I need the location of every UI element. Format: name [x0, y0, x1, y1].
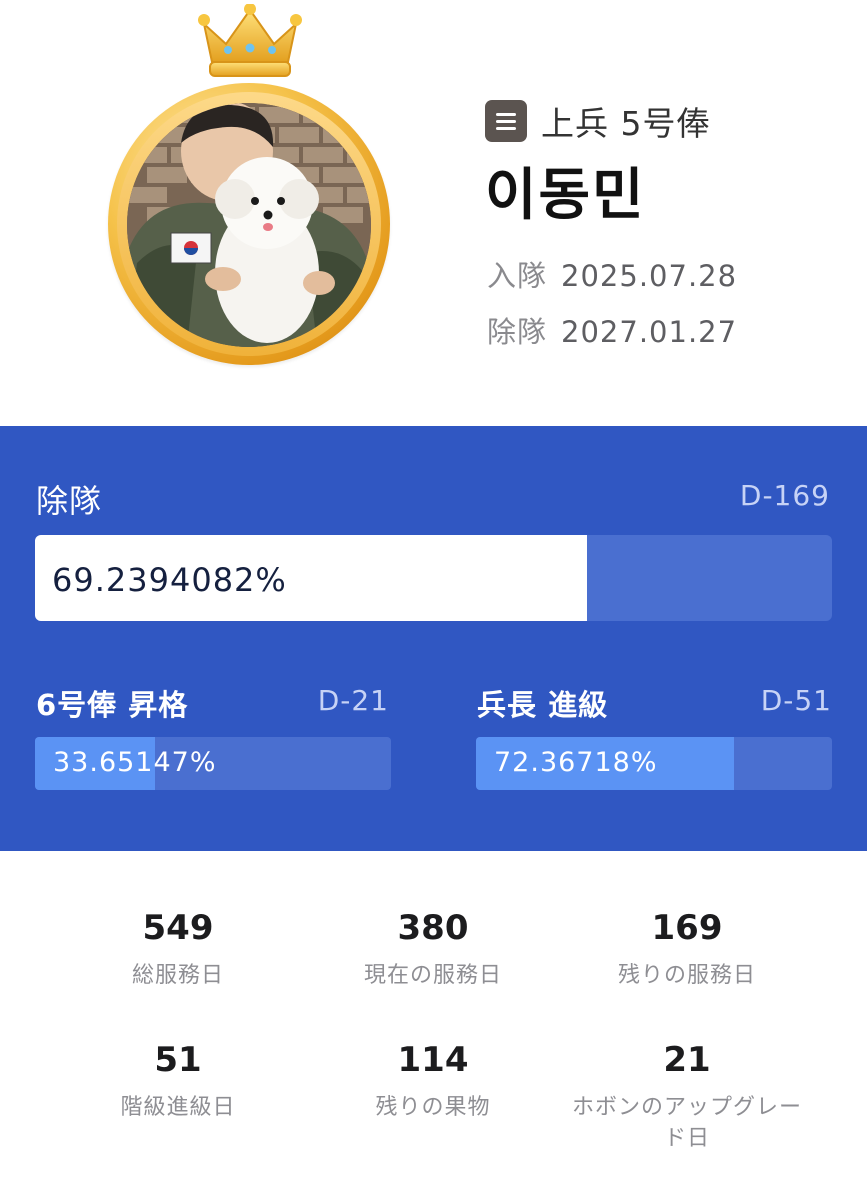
stat-remaining-service-days: 169 残りの服務日 — [572, 908, 802, 991]
pay-grade-progress-bar: 33.65147% — [35, 737, 391, 790]
stat-value: 114 — [397, 1040, 469, 1080]
stat-label: 現在の服務日 — [363, 963, 502, 988]
avatar-photo — [127, 103, 371, 347]
progress-panel: 除隊 D-169 69.2394082% 6号俸 昇格 D-21 33.6514… — [0, 426, 867, 851]
enlist-label: 入隊 — [487, 259, 548, 293]
stat-remaining-fruit: 114 残りの果物 — [318, 1040, 548, 1123]
discharge-date: 2027.01.27 — [561, 315, 738, 349]
pay-grade-dday: D-21 — [317, 684, 389, 717]
pay-grade-progress-percent: 33.65147% — [53, 747, 217, 778]
discharge-progress-percent: 69.2394082% — [52, 561, 287, 599]
rank-progress-percent: 72.36718% — [494, 747, 658, 778]
stat-label: 階級進級日 — [120, 1095, 236, 1120]
enlist-date-row: 入隊 2025.07.28 — [487, 253, 737, 295]
stat-label: 残りの果物 — [375, 1095, 491, 1120]
stat-label: 残りの服務日 — [617, 963, 756, 988]
stat-label: ホボンのアップグレード日 — [572, 1095, 803, 1151]
stat-current-service-days: 380 現在の服務日 — [318, 908, 548, 991]
stat-value: 549 — [142, 908, 214, 948]
user-name: 이동민 — [485, 163, 646, 228]
rank-progress-label: 兵長 進級 — [477, 688, 609, 722]
stat-total-service-days: 549 総服務日 — [63, 908, 293, 991]
stat-value: 169 — [651, 908, 723, 948]
profile-header: 上兵 5号俸 이동민 入隊 2025.07.28 除隊 2027.01.27 — [0, 0, 867, 426]
stat-label: 総服務日 — [131, 963, 224, 988]
pay-grade-progress-label: 6号俸 昇格 — [36, 688, 189, 722]
menu-icon[interactable] — [485, 100, 527, 142]
discharge-label: 除隊 — [487, 315, 548, 349]
stat-value: 21 — [663, 1040, 711, 1080]
rank-row: 上兵 5号俸 — [485, 98, 711, 144]
discharge-date-row: 除隊 2027.01.27 — [487, 309, 737, 351]
discharge-progress-label: 除隊 — [36, 482, 103, 520]
stat-value: 380 — [397, 908, 469, 948]
stat-value: 51 — [154, 1040, 202, 1080]
rank-dday: D-51 — [760, 684, 832, 717]
enlist-date: 2025.07.28 — [561, 259, 738, 293]
avatar[interactable] — [127, 103, 371, 347]
rank-text: 上兵 5号俸 — [541, 104, 711, 143]
crown-icon — [198, 4, 302, 77]
discharge-progress-bar: 69.2394082% — [35, 535, 832, 621]
rank-progress-bar: 72.36718% — [476, 737, 832, 790]
stat-pay-upgrade-days: 21 ホボンのアップグレード日 — [572, 1040, 802, 1154]
discharge-dday: D-169 — [739, 479, 830, 512]
stat-rank-promotion-days: 51 階級進級日 — [63, 1040, 293, 1123]
